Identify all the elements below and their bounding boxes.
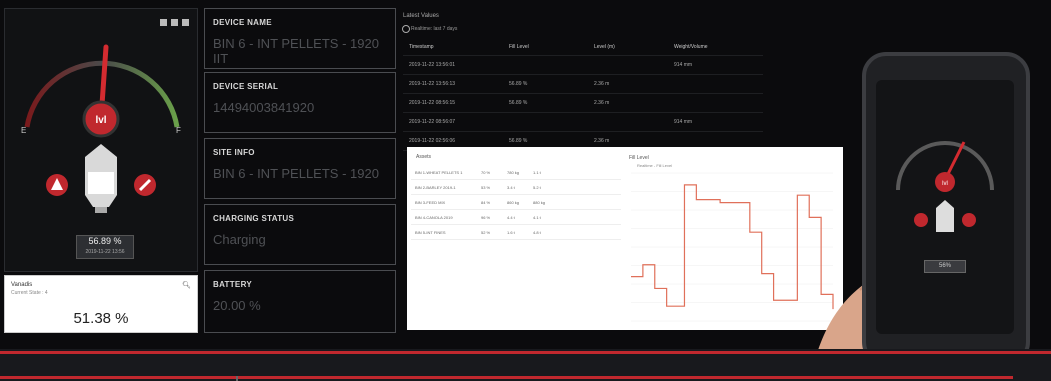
list-item[interactable]: BIN 5-INT FINES 52 % 1.6 t 4.8 t: [411, 225, 621, 240]
gauge-empty-label: E: [21, 126, 26, 135]
asset-name: BIN 5-INT FINES: [415, 229, 446, 235]
battery-box: BATTERY 20.00 %: [204, 270, 396, 333]
device-serial-label: DEVICE SERIAL: [213, 82, 279, 91]
table-row[interactable]: 2019-11-22 08:56:07 914 mm: [403, 113, 763, 132]
table-cell: 2019-11-22 13:56:13: [409, 81, 456, 87]
asset-name: BIN 3-FEED MIX: [415, 199, 446, 205]
asset-fill: 70 %: [481, 169, 491, 175]
asset-capacity: 4.1 t: [533, 214, 541, 220]
charging-status-box: CHARGING STATUS Charging: [204, 204, 396, 265]
asset-list: BIN 1-WHEAT PELLETS 1 70 % 780 kg 1.1 t …: [411, 165, 621, 240]
asset-name: BIN 2-BARLEY 2019-1: [415, 184, 456, 190]
wrench-icon: [962, 213, 976, 227]
column-header[interactable]: Level (m): [594, 44, 674, 50]
table-cell: 914 mm: [674, 62, 693, 68]
history-panel: Assets BIN 1-WHEAT PELLETS 1 70 % 780 kg…: [407, 147, 843, 330]
accent-line: [0, 351, 1051, 354]
chart-legend: Realtime - Fill Level: [637, 163, 672, 168]
table-cell: 2019-11-22 08:56:15: [409, 100, 456, 106]
accent-line: [0, 376, 1013, 379]
asset-name: BIN 4-CANOLA 2019: [415, 214, 453, 220]
table-cell: 2.36 m: [594, 138, 610, 144]
list-item[interactable]: BIN 2-BARLEY 2019-1 53 % 3.4 t 5.2 t: [411, 180, 621, 195]
clock-icon: [402, 25, 410, 33]
warning-icon: [46, 174, 68, 196]
chart-title: Fill Level: [629, 155, 649, 161]
table-cell: 914 mm: [674, 119, 693, 125]
asset-capacity: 880 kg: [533, 199, 546, 205]
silo-icon: [936, 200, 954, 232]
table-cell: 2019-11-22 13:56:01: [409, 62, 456, 68]
table-cell: 2.36 m: [594, 81, 610, 87]
asset-capacity: 5.2 t: [533, 184, 541, 190]
table-cell: 56.89 %: [509, 81, 528, 87]
column-header[interactable]: Timestamp: [403, 44, 509, 50]
list-item[interactable]: BIN 3-FEED MIX 84 % 860 kg 880 kg: [411, 195, 621, 210]
list-item[interactable]: BIN 4-CANOLA 2019 96 % 4.4 t 4.1 t: [411, 210, 621, 225]
asset-fill: 84 %: [481, 199, 491, 205]
table-cell: 2019-11-22 02:56:06: [409, 138, 456, 144]
search-icon[interactable]: 🔍︎: [182, 281, 191, 289]
table-row[interactable]: 2019-11-22 08:56:15 56.89 % 2.36 m: [403, 94, 763, 113]
table-row[interactable]: 2019-11-22 13:56:01 914 mm: [403, 56, 763, 75]
site-info-value: BIN 6 - INT PELLETS - 1920: [213, 166, 379, 181]
gauge-full-label: F: [176, 126, 181, 135]
latest-values-table: Timestamp Fill Level Level (m) Weight/Vo…: [403, 39, 763, 151]
history-title: Assets: [416, 154, 432, 160]
asset-fill: 53 %: [481, 184, 491, 190]
list-item[interactable]: BIN 1-WHEAT PELLETS 1 70 % 780 kg 1.1 t: [411, 165, 621, 180]
phone-brand: lvl: [942, 181, 948, 187]
gauge-reading-value: 56.89 %: [88, 236, 122, 246]
table-cell: 56.89 %: [509, 138, 528, 144]
device-serial-value: 14494003841920: [213, 100, 315, 115]
warning-icon: [914, 213, 928, 227]
asset-name: BIN 1-WHEAT PELLETS 1: [415, 169, 463, 175]
gauge-reading-timestamp: 2019-11-22 13:56: [85, 249, 125, 255]
table-row[interactable]: 2019-11-22 13:56:13 56.89 % 2.36 m: [403, 75, 763, 94]
site-info-label: SITE INFO: [213, 148, 255, 157]
device-serial-box: DEVICE SERIAL 14494003841920: [204, 72, 396, 133]
asset-capacity: 1.1 t: [533, 169, 541, 175]
device-name-label: DEVICE NAME: [213, 18, 272, 27]
asset-weight: 3.4 t: [507, 184, 515, 190]
asset-capacity: 4.8 t: [533, 229, 541, 235]
gauge-brand: lvl: [95, 115, 106, 126]
asset-weight: 860 kg: [507, 199, 520, 205]
table-title: Latest Values: [403, 13, 439, 19]
phone-screen: lvl 56%: [876, 80, 1014, 334]
battery-value: 20.00 %: [213, 298, 261, 313]
gauge-panel: lvl E F 56.89 % 2019-11-22 13:56: [4, 8, 198, 272]
charging-status-label: CHARGING STATUS: [213, 214, 295, 223]
smartphone-image: lvl 56%: [862, 52, 1030, 366]
battery-label: BATTERY: [213, 280, 252, 289]
phone-gauge: lvl: [896, 141, 994, 232]
gauge-graphic: lvl E F: [21, 44, 181, 213]
asset-weight: 780 kg: [507, 169, 520, 175]
wrench-icon: [134, 174, 156, 196]
table-cell: 2.36 m: [594, 100, 610, 106]
column-header[interactable]: Weight/Volume: [674, 44, 754, 50]
divider: [236, 376, 238, 381]
asset-fill: 96 %: [481, 214, 491, 220]
asset-weight: 4.4 t: [507, 214, 515, 220]
table-header-row: Timestamp Fill Level Level (m) Weight/Vo…: [403, 39, 763, 56]
fill-level-card[interactable]: Vanadis Current State : 4 🔍︎ 51.38 %: [4, 275, 198, 333]
asset-fill: 52 %: [481, 229, 491, 235]
site-info-box: SITE INFO BIN 6 - INT PELLETS - 1920: [204, 138, 396, 199]
gauge-reading: 56.89 % 2019-11-22 13:56: [76, 235, 134, 259]
table-cell: 56.89 %: [509, 100, 528, 106]
device-name-box: DEVICE NAME BIN 6 - INT PELLETS - 1920 I…: [204, 8, 396, 69]
charging-status-value: Charging: [213, 232, 266, 247]
fill-card-title: Vanadis: [11, 282, 33, 288]
fill-card-value: 51.38 %: [73, 310, 129, 327]
column-header[interactable]: Fill Level: [509, 44, 594, 50]
phone-reading: 56%: [924, 260, 966, 273]
asset-weight: 1.6 t: [507, 229, 515, 235]
table-subtitle[interactable]: Realtime: last 7 days: [411, 26, 457, 32]
device-name-value: BIN 6 - INT PELLETS - 1920 IIT: [213, 36, 379, 66]
fill-card-subtitle: Current State : 4: [11, 290, 48, 296]
table-cell: 2019-11-22 08:56:07: [409, 119, 456, 125]
